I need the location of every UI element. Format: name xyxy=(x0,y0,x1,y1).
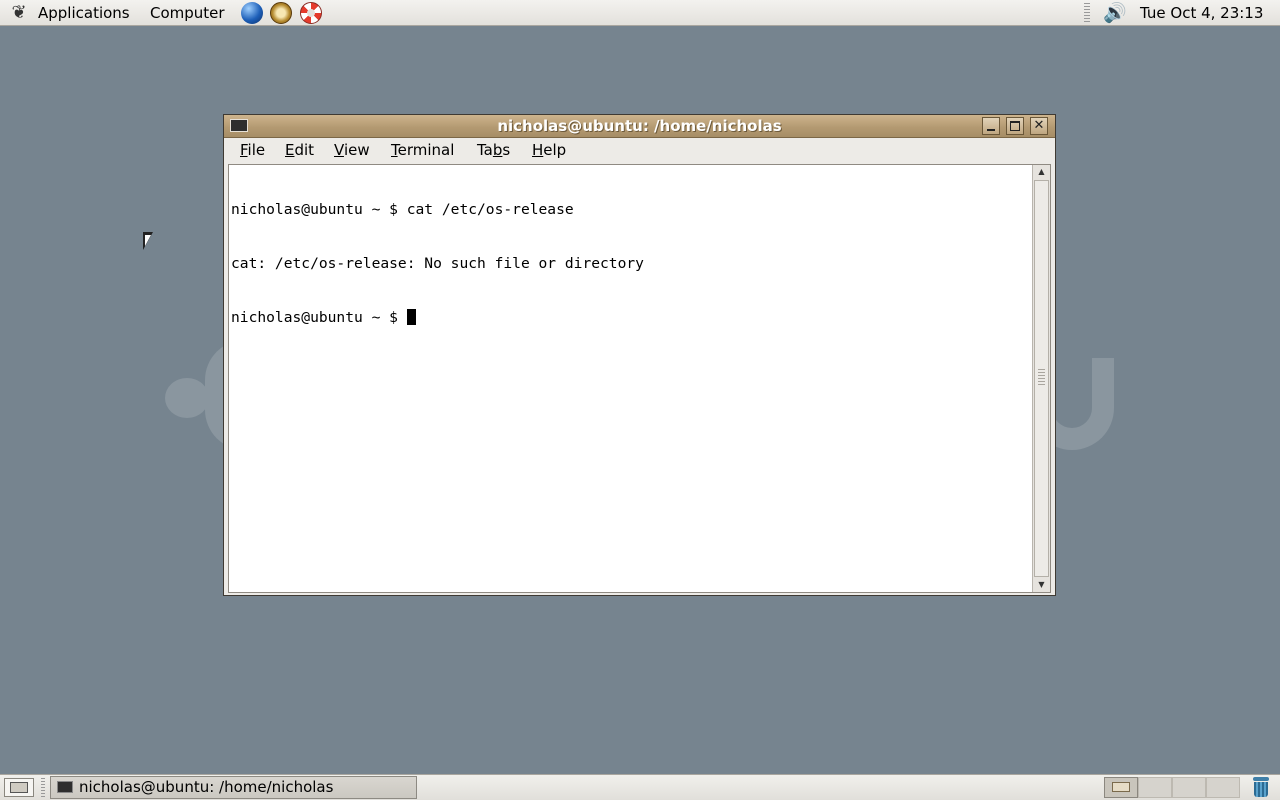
terminal-icon xyxy=(57,781,73,793)
taskbar-item-terminal[interactable]: nicholas@ubuntu: /home/nicholas xyxy=(50,776,417,799)
workspace-1[interactable] xyxy=(1104,777,1138,798)
text-cursor xyxy=(406,309,416,325)
compass-icon[interactable] xyxy=(270,2,292,24)
gnome-foot-icon[interactable]: ❦ xyxy=(8,0,30,26)
menu-terminal[interactable]: Terminal xyxy=(391,138,454,163)
web-browser-icon[interactable] xyxy=(241,2,263,24)
terminal-line: cat: /etc/os-release: No such file or di… xyxy=(231,255,644,272)
trash-icon[interactable] xyxy=(1251,777,1271,798)
window-title: nicholas@ubuntu: /home/nicholas xyxy=(497,117,782,135)
menu-help[interactable]: Help xyxy=(532,138,566,163)
maximize-button[interactable] xyxy=(1006,117,1024,135)
terminal-text: nicholas@ubuntu ~ $ cat /etc/os-release … xyxy=(231,165,1031,363)
workspace-4[interactable] xyxy=(1206,777,1240,798)
volume-icon[interactable]: 🔊 xyxy=(1100,0,1130,26)
vertical-scrollbar[interactable]: ▲ ▼ xyxy=(1032,165,1050,592)
terminal-prompt-line: nicholas@ubuntu ~ $ xyxy=(231,309,1031,327)
help-icon[interactable] xyxy=(300,2,322,24)
taskbar-item-label: nicholas@ubuntu: /home/nicholas xyxy=(79,778,334,796)
bottom-panel: nicholas@ubuntu: /home/nicholas xyxy=(0,774,1280,800)
menu-view[interactable]: View xyxy=(334,138,370,163)
scrollbar-grip xyxy=(1038,369,1045,385)
show-desktop-button[interactable] xyxy=(4,778,34,797)
applications-menu[interactable]: Applications xyxy=(38,0,130,26)
terminal-window: nicholas@ubuntu: /home/nicholas ✕ File E… xyxy=(223,114,1056,596)
window-titlebar[interactable]: nicholas@ubuntu: /home/nicholas ✕ xyxy=(224,115,1055,138)
menu-file[interactable]: File xyxy=(240,138,265,163)
mouse-pointer-icon xyxy=(143,232,153,250)
computer-menu[interactable]: Computer xyxy=(150,0,225,26)
clock[interactable]: Tue Oct 4, 23:13 xyxy=(1140,0,1263,26)
panel-handle[interactable] xyxy=(41,778,45,798)
terminal-output[interactable]: nicholas@ubuntu ~ $ cat /etc/os-release … xyxy=(228,164,1051,593)
top-panel: ❦ Applications Computer 🔊 Tue Oct 4, 23:… xyxy=(0,0,1280,26)
close-button[interactable]: ✕ xyxy=(1030,117,1048,135)
scroll-up-arrow-icon[interactable]: ▲ xyxy=(1033,165,1050,179)
workspace-2[interactable] xyxy=(1138,777,1172,798)
panel-handle[interactable] xyxy=(1084,3,1090,23)
terminal-line: nicholas@ubuntu ~ $ cat /etc/os-release xyxy=(231,201,574,218)
terminal-prompt: nicholas@ubuntu ~ $ xyxy=(231,309,407,326)
menu-edit[interactable]: Edit xyxy=(285,138,314,163)
scrollbar-thumb[interactable] xyxy=(1034,180,1049,577)
minimize-button[interactable] xyxy=(982,117,1000,135)
scroll-down-arrow-icon[interactable]: ▼ xyxy=(1033,578,1050,592)
workspace-3[interactable] xyxy=(1172,777,1206,798)
ubuntu-logo-dot xyxy=(165,378,209,418)
menu-tabs[interactable]: Tabs xyxy=(477,138,510,163)
menu-bar: File Edit View Terminal Tabs Help xyxy=(224,138,1055,163)
